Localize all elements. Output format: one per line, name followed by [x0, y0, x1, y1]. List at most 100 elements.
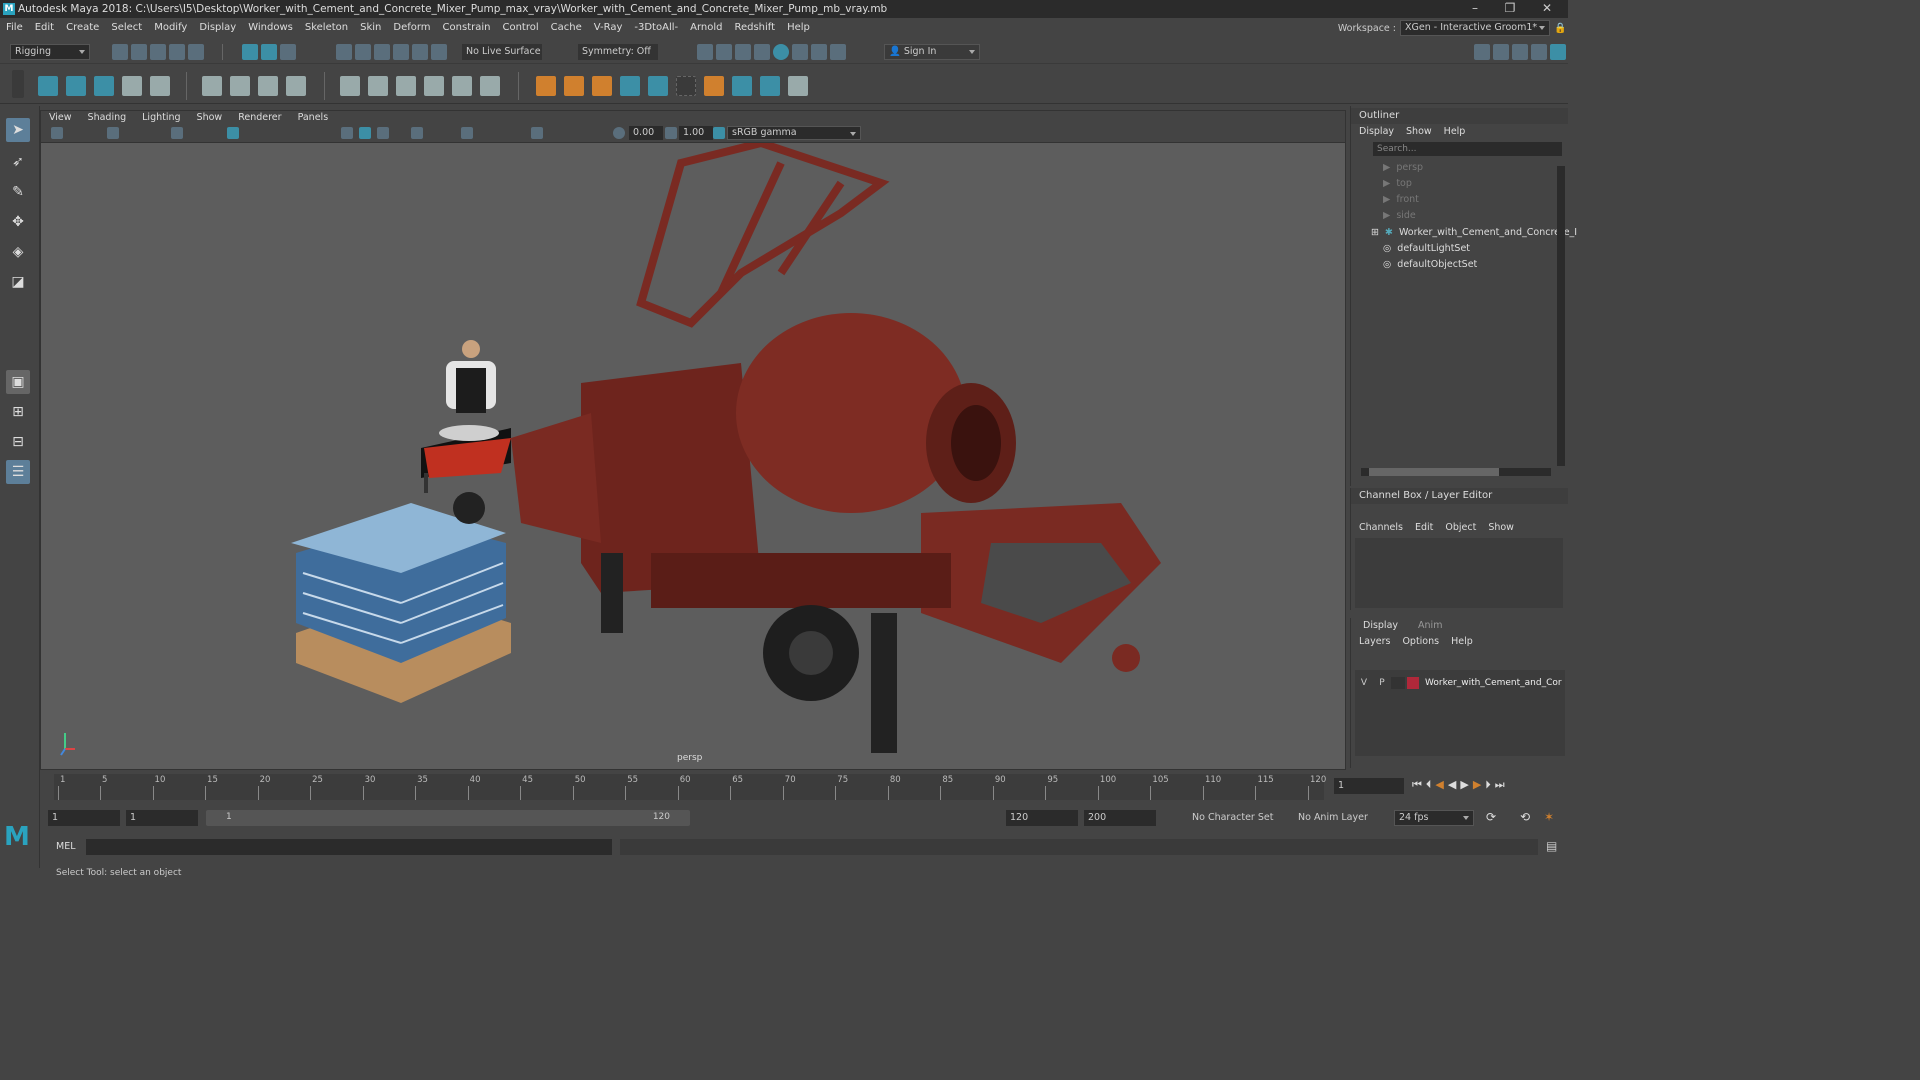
gamma-field[interactable]: 1.00	[679, 126, 713, 140]
outliner-item-default-object-set[interactable]: ◎ defaultObjectSet	[1383, 259, 1477, 270]
menu-vray[interactable]: V-Ray	[588, 22, 629, 33]
menu-create[interactable]: Create	[60, 22, 105, 33]
channel-menu-show[interactable]: Show	[1488, 520, 1514, 536]
point-constraint-icon[interactable]	[340, 76, 360, 96]
snap-pivot-icon[interactable]	[431, 44, 447, 60]
snap-view-icon[interactable]	[393, 44, 409, 60]
go-to-end-icon[interactable]: ⏭	[1495, 778, 1505, 792]
outliner-item-top[interactable]: ▶ top	[1383, 178, 1412, 189]
live-surface-field[interactable]: No Live Surface	[462, 44, 542, 60]
bind-skin-icon[interactable]	[202, 76, 222, 96]
humanik-icon[interactable]	[592, 76, 612, 96]
menu-modify[interactable]: Modify	[148, 22, 193, 33]
step-back-key-icon[interactable]: ⏴	[1426, 778, 1432, 792]
snap-point-icon[interactable]	[374, 44, 390, 60]
tab-display[interactable]: Display	[1363, 618, 1398, 634]
layer-menu-options[interactable]: Options	[1402, 634, 1439, 650]
layer-editor-toggle-icon[interactable]	[1550, 44, 1566, 60]
pole-vector-icon[interactable]	[480, 76, 500, 96]
menu-set-dropdown[interactable]: Rigging	[10, 44, 90, 60]
snap-grid-icon[interactable]	[336, 44, 352, 60]
menu-display[interactable]: Display	[193, 22, 242, 33]
parent-constraint-icon[interactable]	[452, 76, 472, 96]
color-management-icon[interactable]	[713, 127, 725, 139]
cement-pallet[interactable]	[291, 503, 511, 703]
menu-constrain[interactable]: Constrain	[437, 22, 497, 33]
viewport-menu-lighting[interactable]: Lighting	[134, 111, 188, 125]
ik-handle-icon[interactable]	[66, 76, 86, 96]
cluster-icon[interactable]	[286, 76, 306, 96]
locator-icon[interactable]	[536, 76, 556, 96]
rotate-tool-icon[interactable]: ◈	[6, 240, 30, 264]
character-definition-icon[interactable]	[648, 76, 668, 96]
outliner-search-input[interactable]: Search...	[1373, 142, 1562, 156]
sign-in-button[interactable]: 👤 Sign In	[884, 44, 980, 60]
ik-spline-icon[interactable]	[94, 76, 114, 96]
save-scene-icon[interactable]	[150, 44, 166, 60]
shadows-icon[interactable]	[461, 127, 473, 139]
menu-file[interactable]: File	[0, 22, 29, 33]
move-tool-icon[interactable]: ✥	[6, 210, 30, 234]
character-set-dropdown[interactable]: No Character Set	[1188, 810, 1284, 826]
tool-settings-icon[interactable]	[1512, 44, 1528, 60]
ipr-render-icon[interactable]	[735, 44, 751, 60]
outliner-item-persp[interactable]: ▶ persp	[1383, 162, 1423, 173]
menu-deform[interactable]: Deform	[387, 22, 436, 33]
outliner-item-side[interactable]: ▶ side	[1383, 210, 1416, 221]
channel-list[interactable]	[1355, 538, 1563, 608]
layer-color-swatch[interactable]	[1407, 677, 1419, 689]
scene-view[interactable]: persp	[41, 138, 1345, 769]
viewport-menu-panels[interactable]: Panels	[290, 111, 337, 125]
lattice-icon[interactable]	[258, 76, 278, 96]
viewport-menu-view[interactable]: View	[41, 111, 80, 125]
menu-edit[interactable]: Edit	[29, 22, 60, 33]
exposure-icon[interactable]	[613, 127, 625, 139]
start-time-field[interactable]: 1	[48, 810, 120, 826]
layer-row[interactable]: V P Worker_with_Cement_and_Cor	[1355, 676, 1565, 690]
lights-icon[interactable]	[411, 127, 423, 139]
playback-end-field[interactable]: 120	[1006, 810, 1078, 826]
step-back-frame-icon[interactable]: ◀	[1435, 778, 1443, 792]
joint-tool-icon[interactable]	[564, 76, 584, 96]
quick-rig-icon[interactable]	[150, 76, 170, 96]
minimize-button[interactable]: –	[1460, 1, 1490, 15]
outliner-item-default-light-set[interactable]: ◎ defaultLightSet	[1383, 243, 1470, 254]
smooth-shade-icon[interactable]	[359, 127, 371, 139]
expand-icon[interactable]: ⊞	[1371, 227, 1379, 238]
empty-shelf-slot-icon[interactable]	[676, 76, 696, 96]
camera-select-icon[interactable]	[51, 127, 63, 139]
grid-toggle-icon[interactable]	[227, 127, 239, 139]
concrete-mixer-pump[interactable]	[511, 138, 1161, 753]
step-forward-key-icon[interactable]: ⏵	[1485, 778, 1491, 792]
auto-key-icon[interactable]: ⟲	[1520, 810, 1530, 824]
viewport-menu-shading[interactable]: Shading	[80, 111, 135, 125]
menu-help[interactable]: Help	[781, 22, 816, 33]
select-hierarchy-icon[interactable]	[242, 44, 258, 60]
pose-editor-icon[interactable]	[760, 76, 780, 96]
attribute-editor-icon[interactable]	[1493, 44, 1509, 60]
viewport-menu-renderer[interactable]: Renderer	[230, 111, 289, 125]
menu-skeleton[interactable]: Skeleton	[299, 22, 354, 33]
select-component-icon[interactable]	[280, 44, 296, 60]
select-tool-icon[interactable]: ➤	[6, 118, 30, 142]
time-slider[interactable]: 1 5 10 15 20 25 30 35 40 45 50 55 60 65 70 75 80 85 90 95 10…	[40, 772, 1568, 802]
script-language-label[interactable]: MEL	[56, 841, 76, 852]
single-view-icon[interactable]: ▣	[6, 370, 30, 394]
outliner-menu-display[interactable]: Display	[1359, 124, 1394, 140]
modeling-toolkit-icon[interactable]	[1474, 44, 1490, 60]
shelf-tabs-icon[interactable]	[12, 70, 24, 98]
worker-figure[interactable]	[421, 340, 511, 524]
render-view-icon[interactable]	[792, 44, 808, 60]
scale-tool-icon[interactable]: ◪	[6, 270, 30, 294]
wireframe-icon[interactable]	[341, 127, 353, 139]
image-plane-icon[interactable]	[171, 127, 183, 139]
anim-layer-dropdown[interactable]: No Anim Layer	[1294, 810, 1384, 826]
step-forward-frame-icon[interactable]: ▶	[1473, 778, 1481, 792]
lasso-tool-icon[interactable]: ➶	[6, 150, 30, 174]
textured-icon[interactable]	[377, 127, 389, 139]
channel-box-toggle-icon[interactable]	[1531, 44, 1547, 60]
menu-redshift[interactable]: Redshift	[728, 22, 781, 33]
create-joint-icon[interactable]	[38, 76, 58, 96]
end-time-field[interactable]: 200	[1084, 810, 1156, 826]
layer-type-toggle[interactable]	[1391, 677, 1405, 689]
